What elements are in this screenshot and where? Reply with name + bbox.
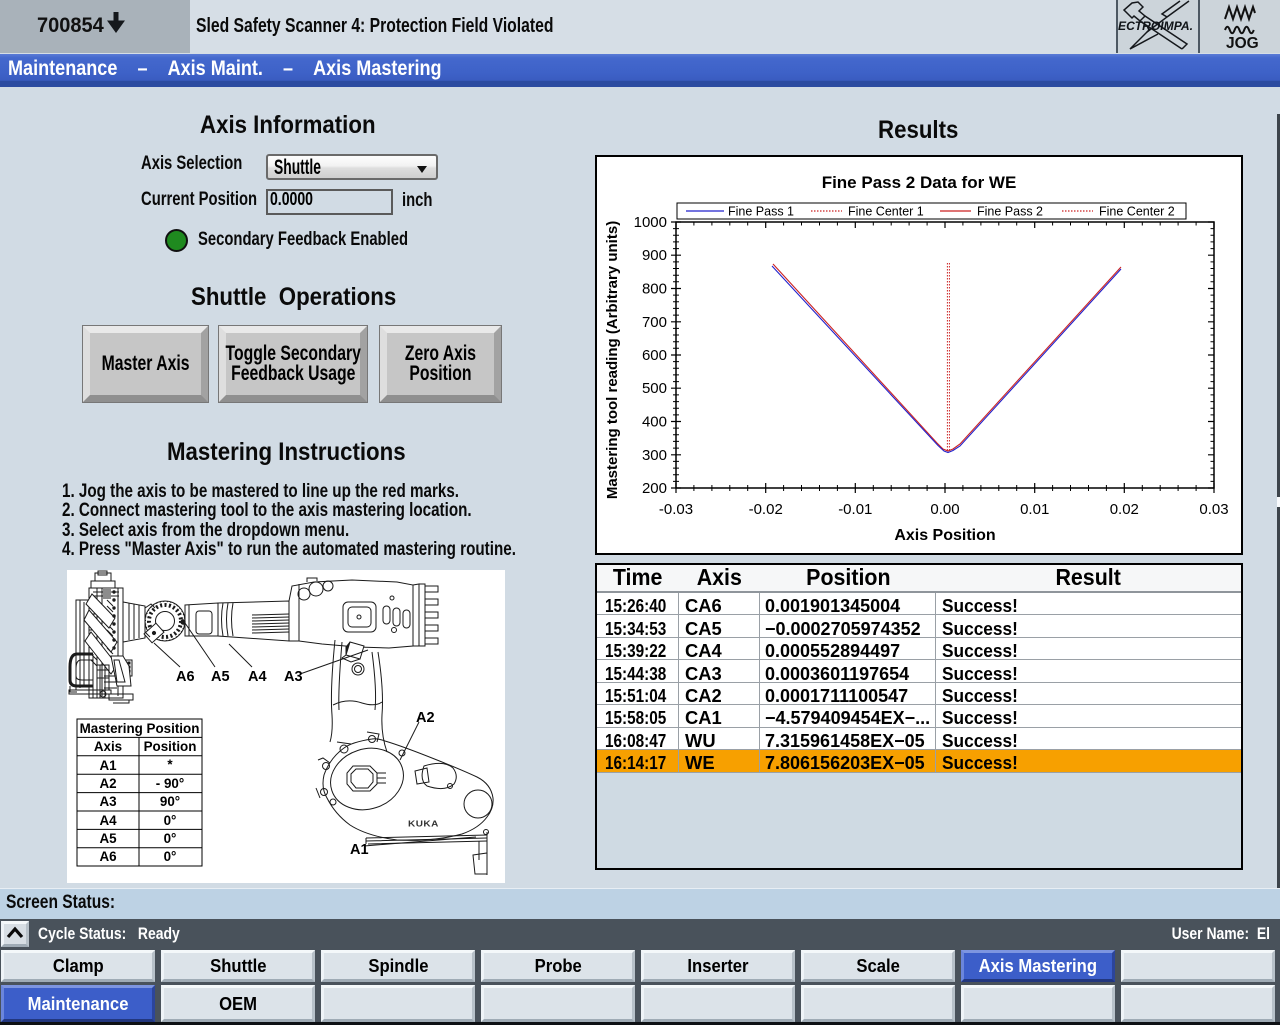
svg-text:A6: A6	[99, 849, 116, 864]
svg-text:0.01: 0.01	[1020, 501, 1049, 518]
svg-text:A2: A2	[416, 710, 435, 726]
svg-text:90°: 90°	[160, 794, 180, 809]
svg-text:A1: A1	[350, 842, 369, 858]
svg-text:A3: A3	[99, 794, 116, 809]
svg-text:A3: A3	[284, 669, 303, 685]
svg-text:1000: 1000	[634, 214, 667, 231]
svg-text:800: 800	[642, 281, 667, 298]
svg-text:700: 700	[642, 314, 667, 331]
svg-text:200: 200	[642, 480, 667, 497]
svg-text:*: *	[167, 757, 173, 772]
svg-text:-0.02: -0.02	[749, 501, 783, 518]
svg-text:0°: 0°	[164, 831, 177, 846]
svg-text:0°: 0°	[164, 813, 177, 828]
svg-text:- 90°: - 90°	[156, 776, 184, 791]
svg-text:Fine Center 1: Fine Center 1	[848, 205, 924, 219]
svg-text:600: 600	[642, 347, 667, 364]
svg-text:A4: A4	[248, 669, 267, 685]
svg-text:Mastering tool reading (Arbitr: Mastering tool reading (Arbitrary units)	[604, 221, 621, 499]
svg-text:-0.03: -0.03	[659, 501, 693, 518]
svg-text:-0.01: -0.01	[838, 501, 872, 518]
svg-text:300: 300	[642, 447, 667, 464]
svg-text:KUKA: KUKA	[408, 819, 439, 828]
svg-text:JOG: JOG	[1226, 35, 1259, 51]
svg-text:400: 400	[642, 414, 667, 431]
svg-text:A2: A2	[99, 776, 116, 791]
svg-text:Fine Pass 2 Data for WE: Fine Pass 2 Data for WE	[822, 173, 1017, 192]
svg-text:A4: A4	[99, 813, 117, 828]
svg-text:Fine Pass 1: Fine Pass 1	[728, 205, 794, 219]
svg-text:A5: A5	[99, 831, 117, 846]
svg-text:Axis Position: Axis Position	[894, 527, 995, 544]
svg-text:ECTROIMPA.: ECTROIMPA.	[1118, 19, 1193, 33]
svg-text:0.00: 0.00	[930, 501, 959, 518]
svg-text:A6: A6	[176, 669, 195, 685]
svg-text:Mastering Position: Mastering Position	[80, 721, 200, 736]
svg-text:Axis: Axis	[94, 739, 122, 754]
svg-text:0.03: 0.03	[1199, 501, 1228, 518]
svg-text:Position: Position	[144, 739, 197, 754]
svg-text:Fine Pass 2: Fine Pass 2	[977, 205, 1043, 219]
svg-text:0.02: 0.02	[1110, 501, 1139, 518]
svg-text:A5: A5	[211, 669, 230, 685]
svg-text:Fine Center 2: Fine Center 2	[1099, 205, 1175, 219]
svg-text:0°: 0°	[164, 849, 177, 864]
svg-text:900: 900	[642, 247, 667, 264]
svg-text:A1: A1	[99, 758, 117, 773]
svg-text:500: 500	[642, 380, 667, 397]
